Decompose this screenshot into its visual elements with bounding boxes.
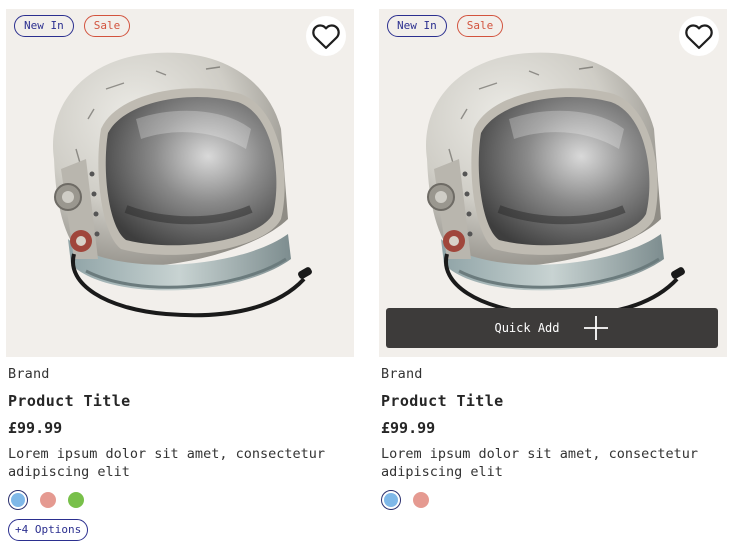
heart-icon <box>685 24 713 49</box>
product-description: Lorem ipsum dolor sit amet, consectetur … <box>381 446 698 480</box>
product-price: £99.99 <box>8 419 63 437</box>
swatch-blue[interactable] <box>8 490 28 510</box>
color-swatches <box>381 490 725 510</box>
badge-new-in: New In <box>14 15 74 37</box>
product-title[interactable]: Product Title <box>381 392 725 410</box>
product-brand: Brand <box>381 366 423 382</box>
product-card[interactable]: New In Sale Quick Add Brand Product Titl… <box>379 9 727 510</box>
badge-group: New In Sale <box>14 15 131 37</box>
heart-icon <box>312 24 340 49</box>
badge-sale: Sale <box>83 15 131 37</box>
product-image-helmet <box>6 9 354 357</box>
badge-sale: Sale <box>456 15 504 37</box>
swatch-pink[interactable] <box>413 492 429 508</box>
product-price: £99.99 <box>381 419 436 437</box>
product-description: Lorem ipsum dolor sit amet, consectetur … <box>8 446 325 480</box>
more-options-button[interactable]: +4 Options <box>8 519 89 541</box>
product-image-area[interactable]: New In Sale <box>6 9 354 357</box>
plus-icon <box>583 316 608 340</box>
product-card[interactable]: New In Sale Brand Product Title £99.99 L… <box>6 9 354 541</box>
product-brand: Brand <box>8 366 50 382</box>
quick-add-label: Quick Add <box>494 321 560 335</box>
swatch-pink[interactable] <box>40 492 56 508</box>
wishlist-button[interactable] <box>679 16 719 56</box>
badge-group: New In Sale <box>387 15 504 37</box>
swatch-green[interactable] <box>68 492 84 508</box>
quick-add-button[interactable]: Quick Add <box>386 308 718 348</box>
badge-new-in: New In <box>387 15 447 37</box>
product-image-helmet <box>379 9 727 357</box>
swatch-blue[interactable] <box>381 490 401 510</box>
color-swatches <box>8 490 352 510</box>
wishlist-button[interactable] <box>306 16 346 56</box>
product-image-area[interactable]: New In Sale Quick Add <box>379 9 727 357</box>
product-title[interactable]: Product Title <box>8 392 352 410</box>
